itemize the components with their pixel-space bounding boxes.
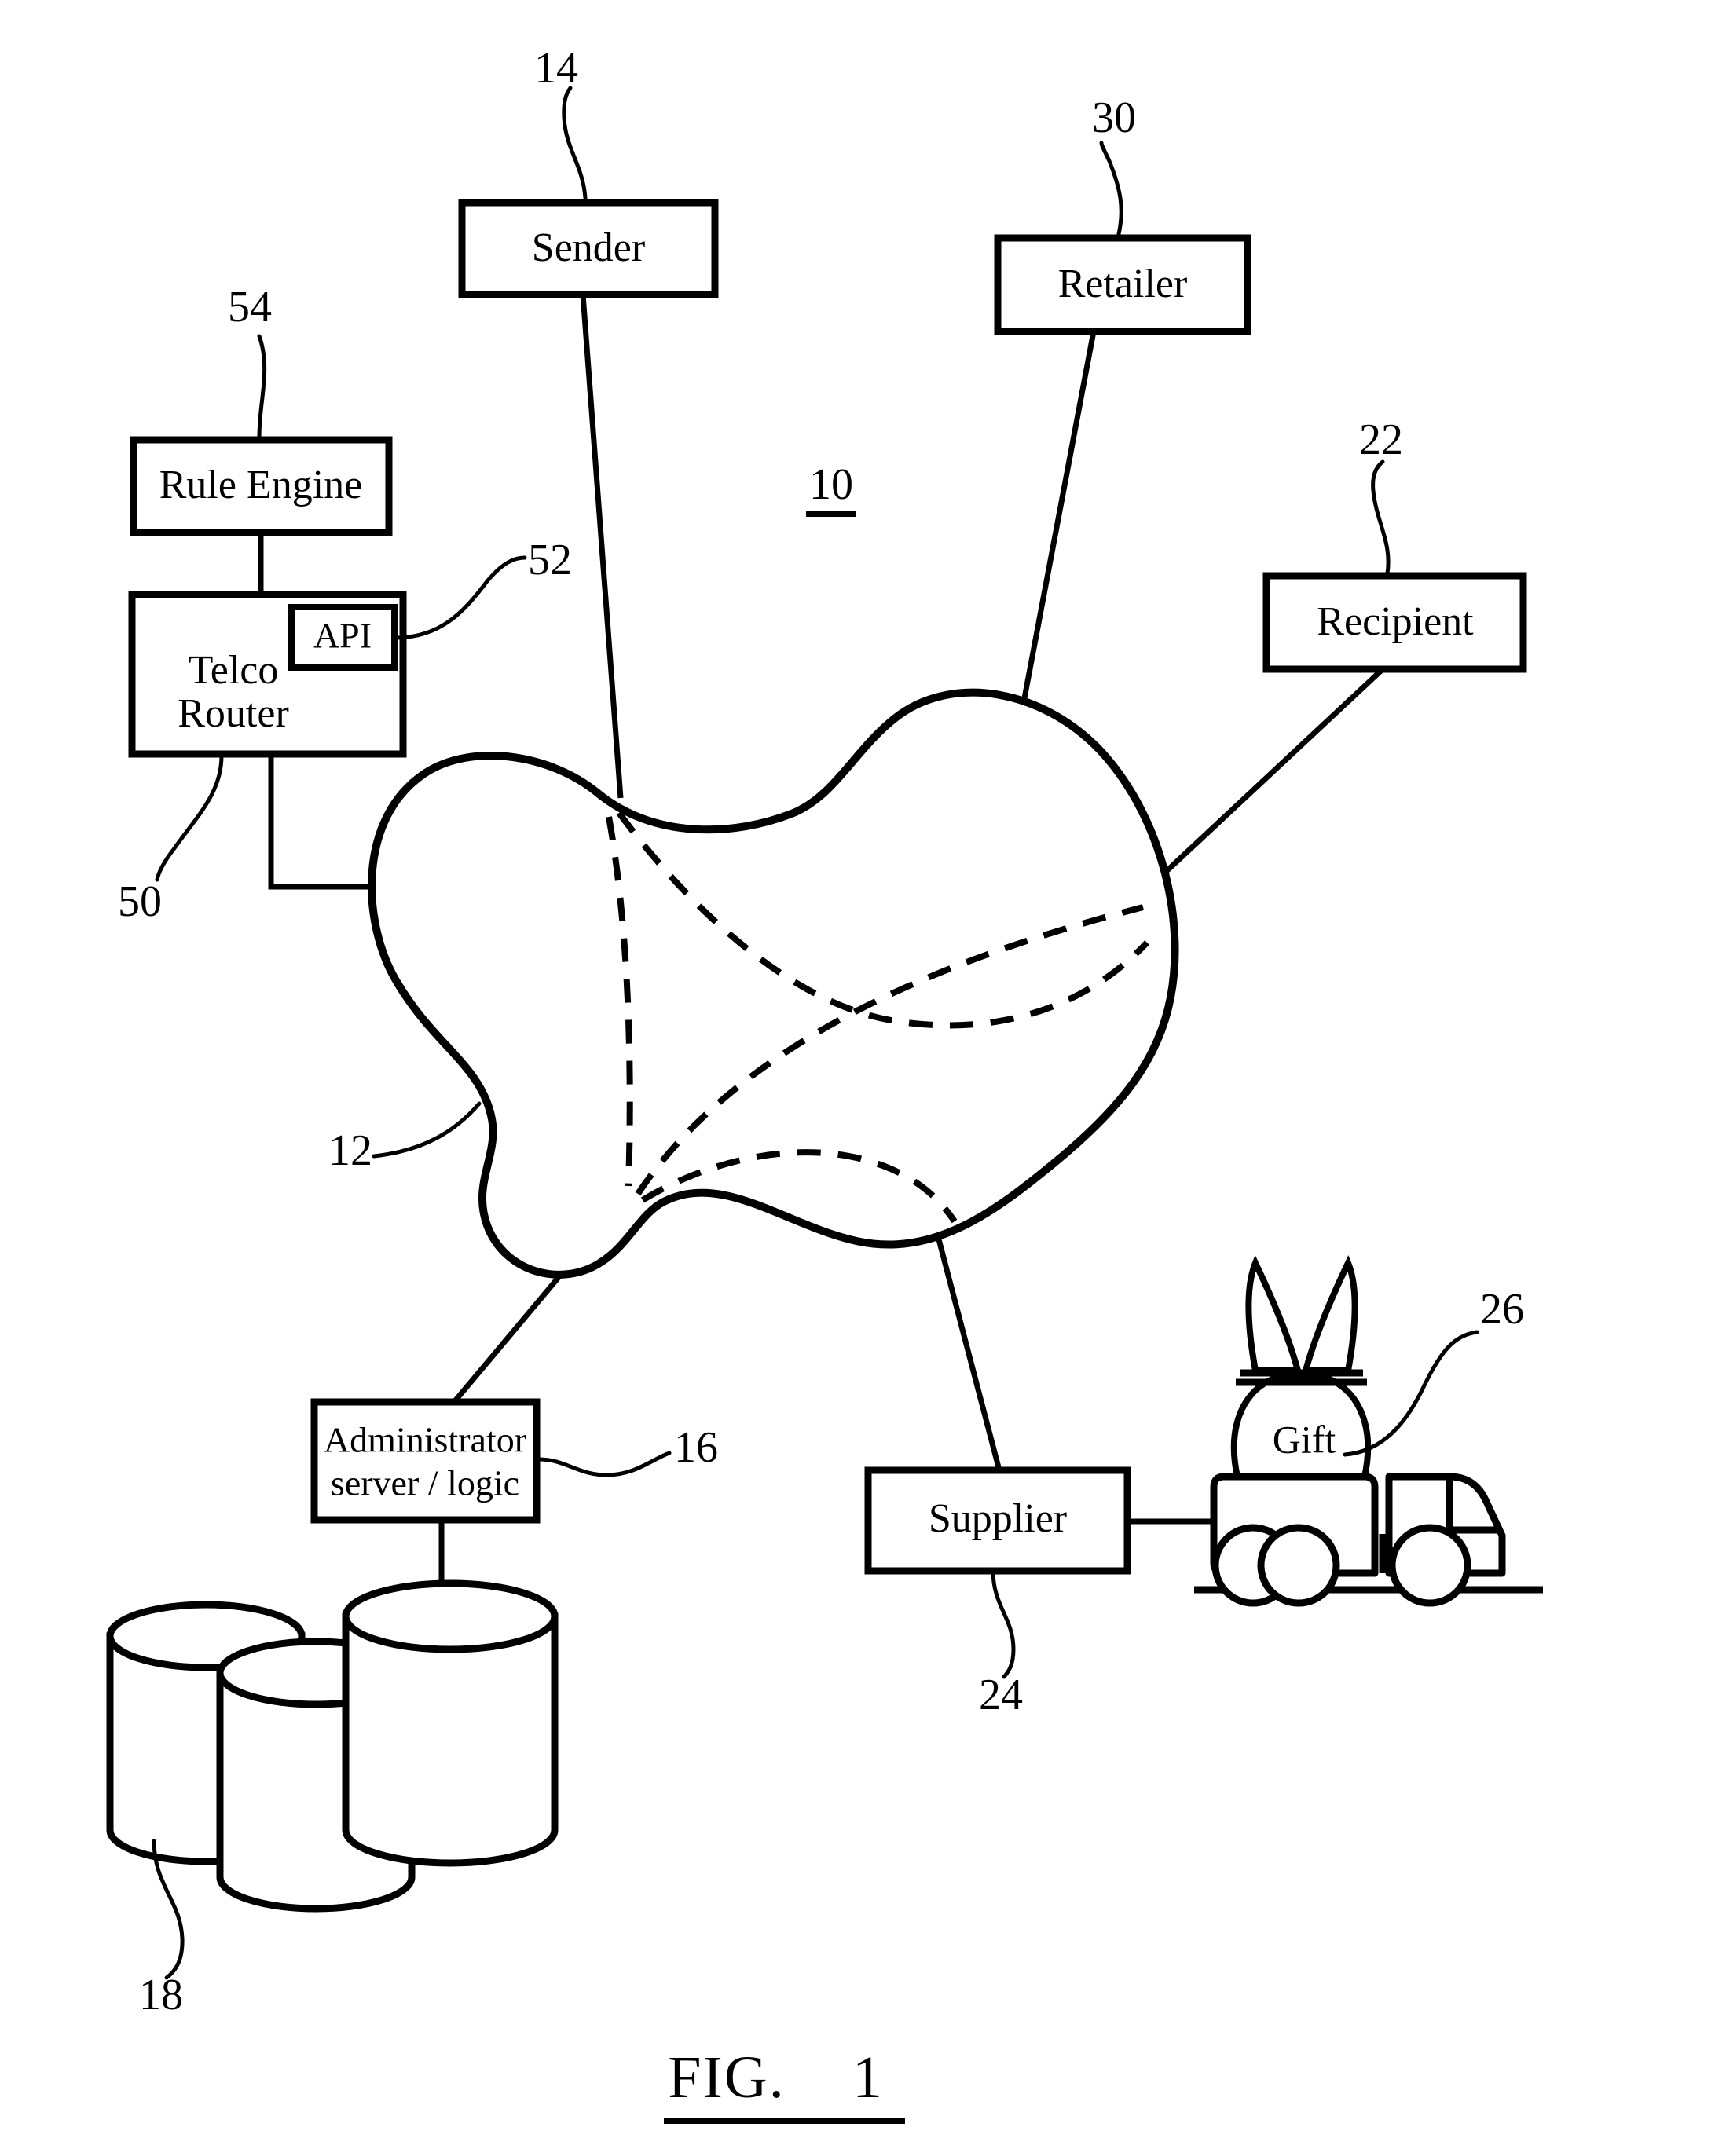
ref-rule-engine: 54 [228,283,272,331]
database-cylinder-right-top [342,1579,559,1653]
leader-sender [562,86,588,200]
supplier-label: Supplier [929,1496,1067,1541]
ref-supplier: 24 [979,1671,1023,1719]
ref-databases: 18 [139,1971,183,2019]
administrator-label-line1: Administrator [324,1420,526,1460]
link-sender-to-network [580,294,624,799]
ref-system: 10 [809,460,853,509]
link-telco-router-to-network [268,754,378,890]
leader-rule-engine [257,334,267,439]
link-retailer-to-network [1018,331,1097,716]
ref-recipient: 22 [1359,415,1403,464]
sender-label: Sender [532,225,645,270]
database-cylinder-right-body [342,1612,559,1867]
figure-caption-number: 1 [852,2044,884,2110]
retailer-label: Retailer [1058,262,1188,306]
gift-sack-ruffle-left [1245,1255,1303,1374]
leader-supplier [991,1568,1016,1679]
recipient-label: Recipient [1317,599,1474,644]
truck-wheel-front [1388,1524,1471,1607]
leader-administrator [537,1451,672,1477]
figure-caption-prefix: FIG. [668,2044,785,2110]
figure-canvas: Rule Engine 54 Telco Router API 52 50 Se… [106,44,1543,2124]
truck-wheel-rear-2 [1257,1524,1340,1607]
ref-api: 52 [528,536,572,584]
gift-sack-ruffle-right [1301,1255,1358,1374]
telco-router-label-line2: Router [178,691,289,736]
network-cloud [368,688,1179,1279]
leader-retailer [1099,141,1123,236]
rule-engine-label: Rule Engine [159,463,363,507]
link-recipient-to-network [1141,667,1385,895]
patent-figure: Rule Engine 54 Telco Router API 52 50 Se… [0,0,1715,2156]
leader-recipient [1371,459,1391,576]
ref-retailer: 30 [1092,93,1136,142]
leader-telco-router [155,753,224,882]
leader-network [372,1101,482,1159]
ref-sender: 14 [534,44,578,93]
administrator-label-line2: server / logic [331,1463,519,1503]
ref-telco-router: 50 [118,877,162,926]
ref-administrator: 16 [674,1423,718,1472]
gift-label: Gift [1273,1417,1336,1461]
telco-router-label-line1: Telco [189,648,279,693]
ref-network: 12 [328,1126,372,1175]
api-label: API [313,616,372,656]
ref-gift-delivery: 26 [1480,1285,1524,1334]
leader-api [393,555,527,640]
